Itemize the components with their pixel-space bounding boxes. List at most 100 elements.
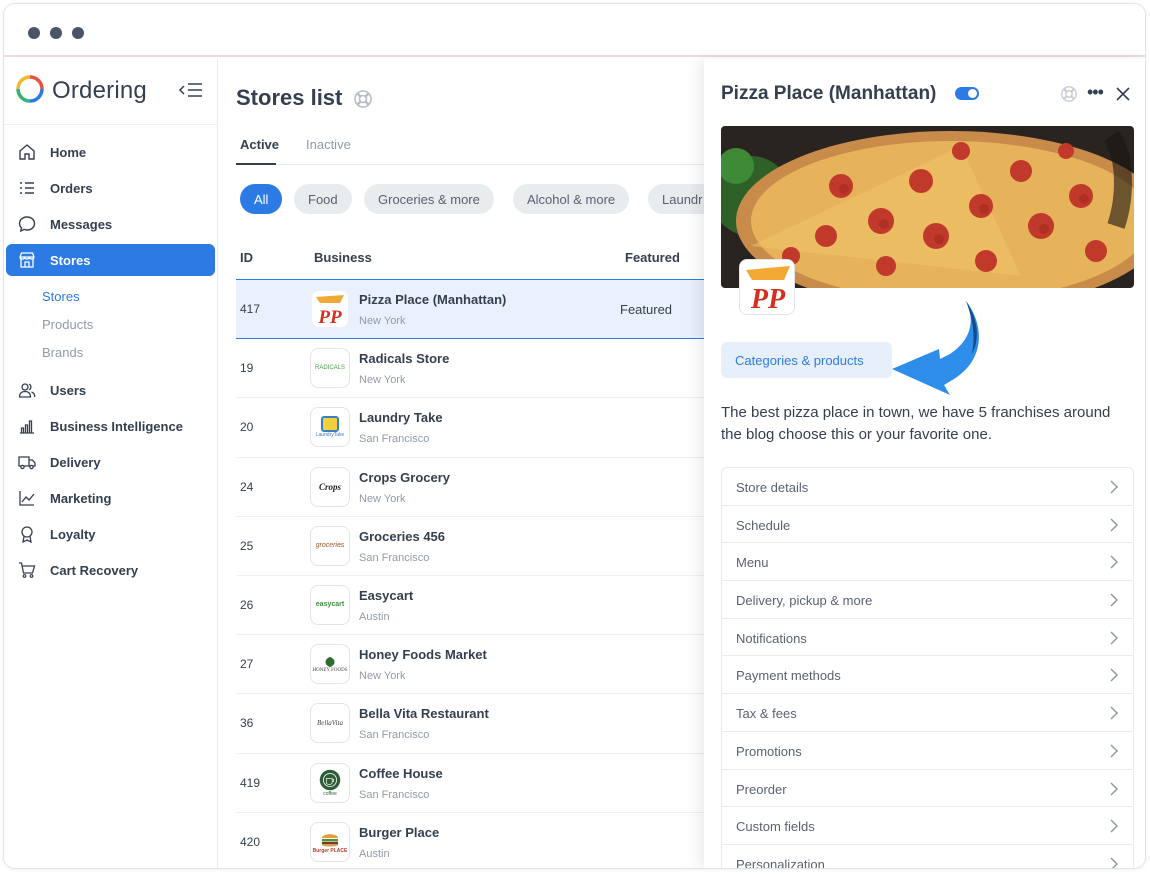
store-name[interactable]: Coffee House — [359, 766, 443, 781]
store-settings-menu: Store details Schedule Menu Delivery, pi… — [721, 467, 1134, 869]
menu-item-preorder[interactable]: Preorder — [722, 770, 1133, 808]
table-row[interactable]: 25 groceries Groceries 456 San Francisco — [236, 517, 704, 576]
sidebar-item-orders[interactable]: Orders — [6, 172, 215, 204]
store-logo-text: RADICALS — [314, 365, 345, 372]
store-city: New York — [359, 315, 406, 327]
chip-all[interactable]: All — [240, 184, 283, 214]
sidebar-item-messages[interactable]: Messages — [6, 208, 215, 240]
store-city: San Francisco — [359, 729, 430, 742]
window-control-minimize[interactable] — [50, 27, 62, 39]
store-name[interactable]: Burger Place — [359, 825, 439, 840]
menu-item-delivery-pickup[interactable]: Delivery, pickup & more — [722, 581, 1133, 619]
chevron-right-icon — [1110, 706, 1118, 720]
menu-item-notifications[interactable]: Notifications — [722, 619, 1133, 657]
table-row[interactable]: 417 PP Pizza Place (Manhattan) New York … — [236, 280, 704, 340]
menu-item-label: Personalization — [736, 856, 825, 869]
sidebar-item-business-intelligence[interactable]: Business Intelligence — [6, 410, 215, 442]
table-row[interactable]: 26 easycart Easycart Austin — [236, 576, 704, 636]
store-name[interactable]: Pizza Place (Manhattan) — [359, 292, 506, 307]
menu-item-schedule[interactable]: Schedule — [722, 506, 1133, 544]
sidebar-item-label: Stores — [50, 253, 91, 268]
table-row[interactable]: 24 Crops Crops Grocery New York — [236, 458, 704, 517]
shop-icon — [19, 252, 35, 268]
chevron-right-icon — [1110, 782, 1118, 795]
store-logo: PP — [739, 259, 795, 315]
sidebar-subitem-products[interactable]: Products — [4, 310, 217, 338]
pizza-place-logo-icon: PP — [740, 260, 794, 315]
sidebar-item-users[interactable]: Users — [6, 374, 215, 406]
store-logo: Burger PLACE — [310, 821, 350, 862]
store-enabled-toggle[interactable] — [955, 87, 979, 100]
bar-chart-icon — [20, 420, 34, 434]
column-header-featured[interactable]: Featured — [625, 250, 680, 265]
menu-item-store-details[interactable]: Store details — [722, 468, 1133, 506]
pizza-logo-text: PP — [750, 284, 786, 315]
coffee-house-logo-icon — [319, 769, 341, 790]
lifebuoy-icon[interactable] — [353, 89, 373, 109]
table-row[interactable]: 420 Burger PLACE Burger Place Austin — [236, 813, 704, 868]
store-name[interactable]: Radicals Store — [359, 351, 449, 366]
chevron-right-icon — [1110, 480, 1118, 494]
sidebar-subitem-stores[interactable]: Stores — [4, 282, 217, 310]
stores-table-body: 417 PP Pizza Place (Manhattan) New York … — [236, 280, 704, 868]
store-name[interactable]: Bella Vita Restaurant — [359, 706, 489, 721]
window-control-maximize[interactable] — [72, 27, 84, 39]
menu-item-tax-fees[interactable]: Tax & fees — [722, 694, 1133, 732]
sidebar-item-label: Users — [50, 383, 87, 398]
tab-underline — [236, 163, 276, 165]
table-row[interactable]: 19 RADICALS Radicals Store New York — [236, 339, 704, 399]
menu-item-custom-fields[interactable]: Custom fields — [722, 807, 1133, 845]
chip-laundry[interactable]: Laundr — [648, 184, 704, 214]
store-logo: BellaVita — [310, 703, 350, 744]
sidebar-item-marketing[interactable]: Marketing — [6, 482, 215, 514]
category-filter-chips: All Food Groceries & more Alcohol & more… — [236, 184, 704, 216]
table-row[interactable]: 419 coffee Coffee House San Francisco — [236, 754, 704, 813]
menu-item-payment-methods[interactable]: Payment methods — [722, 656, 1133, 695]
sidebar-item-loyalty[interactable]: Loyalty — [6, 518, 215, 550]
column-header-id[interactable]: ID — [240, 250, 253, 265]
store-name[interactable]: Crops Grocery — [359, 470, 450, 485]
chip-alcohol[interactable]: Alcohol & more — [513, 184, 630, 214]
store-logo-text: Crops — [318, 481, 341, 492]
store-name[interactable]: Laundry Take — [359, 410, 443, 425]
app-name: Ordering — [52, 77, 147, 104]
sidebar-item-home[interactable]: Home — [6, 136, 215, 168]
store-city: New York — [359, 492, 406, 505]
sidebar-item-stores[interactable]: Stores — [6, 244, 215, 276]
menu-item-personalization[interactable]: Personalization — [722, 845, 1133, 869]
menu-item-menu[interactable]: Menu — [722, 543, 1133, 582]
sidebar-item-label: Messages — [50, 217, 113, 232]
column-header-business[interactable]: Business — [314, 250, 372, 265]
lifebuoy-icon[interactable] — [1060, 85, 1078, 103]
store-logo: RADICALS — [310, 348, 350, 389]
close-icon[interactable] — [1114, 85, 1132, 103]
table-row[interactable]: 36 BellaVita Bella Vita Restaurant San F… — [236, 694, 704, 754]
categories-products-button[interactable]: Categories & products — [721, 342, 892, 378]
store-logo-text: LaundryTake — [315, 432, 345, 439]
chip-groceries[interactable]: Groceries & more — [364, 184, 494, 214]
sidebar-item-cart-recovery[interactable]: Cart Recovery — [6, 554, 215, 586]
store-name[interactable]: Easycart — [359, 588, 413, 603]
cart-icon — [19, 562, 36, 578]
more-options-icon[interactable]: ••• — [1087, 83, 1107, 101]
table-row[interactable]: 20 LaundryTake Laundry Take San Francisc… — [236, 398, 704, 458]
store-name[interactable]: Groceries 456 — [359, 529, 445, 544]
sidebar-item-delivery[interactable]: Delivery — [6, 446, 215, 478]
tab-inactive[interactable]: Inactive — [306, 137, 351, 152]
store-logo: LaundryTake — [310, 407, 350, 448]
window-control-close[interactable] — [28, 27, 40, 39]
store-city: San Francisco — [359, 788, 430, 801]
sidebar-subitem-brands[interactable]: Brands — [4, 338, 217, 366]
chevron-right-icon — [1110, 668, 1118, 682]
sidebar-subitem-label: Brands — [42, 345, 84, 360]
menu-item-promotions[interactable]: Promotions — [722, 732, 1133, 770]
store-name[interactable]: Honey Foods Market — [359, 647, 487, 662]
store-logo-text: coffee — [323, 790, 337, 797]
page-title: Stores list — [236, 85, 343, 110]
store-city: San Francisco — [359, 433, 430, 446]
truck-icon — [18, 456, 36, 470]
tab-active[interactable]: Active — [240, 137, 279, 152]
chip-food[interactable]: Food — [294, 184, 352, 214]
collapse-sidebar-icon[interactable] — [178, 81, 204, 99]
table-row[interactable]: 27 HONEY FOODS Honey Foods Market New Yo… — [236, 635, 704, 695]
